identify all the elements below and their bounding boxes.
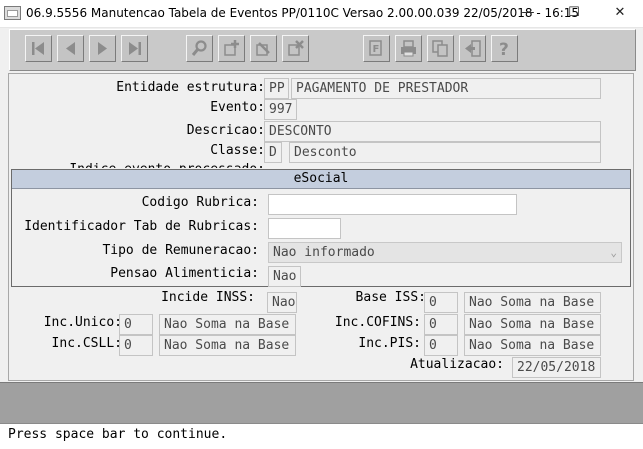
pensao-alimenticia-field[interactable]: Nao	[268, 266, 301, 287]
edit-button[interactable]	[250, 35, 277, 62]
inc-unico-name-field[interactable]: Nao Soma na Base	[159, 314, 296, 335]
print-icon	[401, 40, 416, 57]
atualizacao-label: Atualizacao:	[410, 357, 504, 372]
delete-icon	[288, 40, 304, 56]
app-window-icon	[4, 6, 21, 20]
window-title: 06.9.5556 Manutencao Tabela de Eventos P…	[26, 6, 580, 20]
tipo-remuneracao-select[interactable]: Nao informado ⌄	[268, 242, 622, 263]
entidade-label: Entidade estrutura:	[116, 80, 265, 95]
inc-pis-label: Inc.PIS:	[358, 336, 421, 351]
incide-inss-label: Incide INSS:	[161, 290, 255, 305]
filter-button[interactable]: F	[363, 35, 390, 62]
first-record-button[interactable]	[25, 35, 52, 62]
descricao-field[interactable]: DESCONTO	[264, 121, 601, 142]
copy-icon	[432, 40, 448, 57]
svg-text:F: F	[373, 44, 380, 55]
esocial-panel: eSocial Codigo Rubrica: Identificador Ta…	[11, 169, 631, 287]
base-iss-code-field[interactable]: 0	[424, 292, 458, 313]
evento-label: Evento:	[210, 100, 265, 115]
inc-unico-label: Inc.Unico:	[43, 315, 122, 330]
search-button[interactable]	[186, 35, 213, 62]
maximize-button[interactable]: ☐	[551, 0, 597, 27]
inc-csll-code-field[interactable]: 0	[119, 335, 153, 356]
help-icon: ?	[499, 40, 509, 58]
inc-pis-name-field[interactable]: Nao Soma na Base	[464, 335, 601, 356]
inc-pis-code-field[interactable]: 0	[424, 335, 458, 356]
previous-record-button[interactable]	[57, 35, 84, 62]
entidade-code-field[interactable]: PP	[264, 78, 289, 99]
print-button[interactable]	[395, 35, 422, 62]
next-record-icon	[98, 42, 107, 55]
insert-button[interactable]	[218, 35, 245, 62]
next-record-button[interactable]	[89, 35, 116, 62]
entidade-name-field[interactable]: PAGAMENTO DE PRESTADOR	[291, 78, 601, 99]
exit-door-icon	[465, 40, 481, 57]
close-button[interactable]: ✕	[597, 0, 643, 27]
status-bar: Press space bar to continue.	[0, 423, 643, 449]
filter-icon: F	[369, 40, 382, 56]
svg-text:?: ?	[499, 40, 509, 58]
delete-button[interactable]	[282, 35, 309, 62]
previous-record-icon	[66, 42, 75, 55]
minimize-button[interactable]: —	[505, 0, 551, 27]
pensao-alimenticia-label: Pensao Alimenticia:	[110, 266, 259, 281]
tipo-remuneracao-label: Tipo de Remuneracao:	[102, 243, 259, 258]
first-record-icon	[32, 42, 44, 55]
inc-cofins-label: Inc.COFINS:	[334, 315, 421, 330]
inc-csll-label: Inc.CSLL:	[51, 336, 122, 351]
classe-code-field[interactable]: D	[264, 142, 282, 163]
classe-name-field[interactable]: Desconto	[289, 142, 601, 163]
inc-csll-name-field[interactable]: Nao Soma na Base	[159, 335, 296, 356]
exit-button[interactable]	[459, 35, 486, 62]
base-iss-name-field[interactable]: Nao Soma na Base	[464, 292, 601, 313]
edit-icon	[256, 42, 270, 56]
atualizacao-field[interactable]: 22/05/2018	[512, 357, 601, 378]
incide-inss-field[interactable]: Nao	[267, 292, 297, 313]
help-button[interactable]: ?	[491, 35, 518, 62]
toolbar: F ?	[9, 29, 636, 71]
identificador-tab-rubricas-label: Identificador Tab de Rubricas:	[24, 219, 259, 234]
insert-icon	[224, 40, 239, 56]
status-message: Press space bar to continue.	[8, 427, 228, 442]
last-record-button[interactable]	[121, 35, 148, 62]
esocial-panel-title: eSocial	[12, 170, 630, 189]
copy-button[interactable]	[427, 35, 454, 62]
inc-cofins-name-field[interactable]: Nao Soma na Base	[464, 314, 601, 335]
search-icon	[191, 40, 207, 56]
hidden-field-label: Indice evento processado:	[69, 160, 265, 168]
evento-field[interactable]: 997	[264, 99, 297, 120]
descricao-label: Descricao:	[186, 123, 265, 138]
vertical-scrollbar[interactable]	[635, 73, 643, 381]
title-bar: 06.9.5556 Manutencao Tabela de Eventos P…	[0, 0, 643, 28]
chevron-down-icon: ⌄	[610, 246, 617, 259]
classe-label: Classe:	[210, 143, 265, 158]
identificador-tab-rubricas-input[interactable]	[268, 218, 341, 239]
codigo-rubrica-input[interactable]	[268, 194, 517, 215]
message-area	[0, 382, 643, 423]
inc-cofins-code-field[interactable]: 0	[424, 314, 458, 335]
inc-unico-code-field[interactable]: 0	[119, 314, 153, 335]
tipo-remuneracao-value: Nao informado	[273, 245, 375, 260]
codigo-rubrica-label: Codigo Rubrica:	[141, 195, 259, 210]
base-iss-label: Base ISS:	[355, 290, 426, 305]
last-record-icon	[129, 42, 141, 55]
